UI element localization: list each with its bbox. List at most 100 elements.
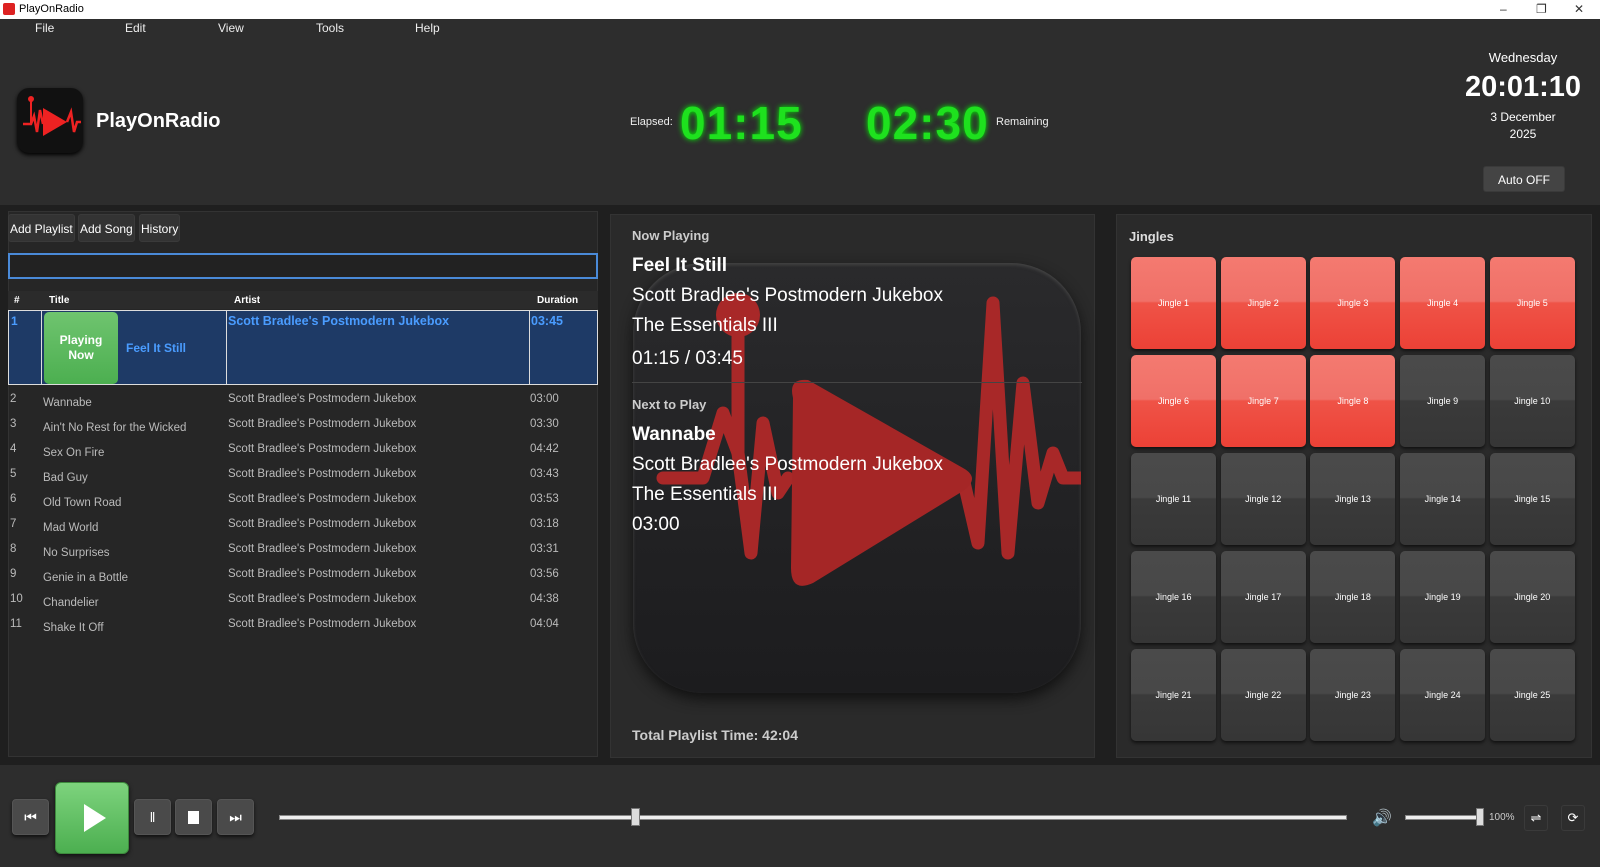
jingle-button[interactable]: Jingle 1 [1131, 257, 1216, 349]
row-duration: 03:00 [530, 393, 559, 405]
col-title[interactable]: Title [49, 295, 69, 306]
jingle-button[interactable]: Jingle 6 [1131, 355, 1216, 447]
row-artist: Scott Bradlee's Postmodern Jukebox [228, 468, 417, 480]
row-duration: 03:53 [530, 493, 559, 505]
jingle-button[interactable]: Jingle 16 [1131, 551, 1216, 643]
jingle-button[interactable]: Jingle 7 [1220, 355, 1306, 447]
row-duration: 03:31 [530, 543, 559, 555]
next-heading: Next to Play [632, 397, 707, 412]
row-duration: 04:42 [530, 443, 559, 455]
jingle-button[interactable]: Jingle 18 [1310, 551, 1396, 643]
jingle-button[interactable]: Jingle 19 [1400, 551, 1486, 643]
table-row[interactable]: 5 Bad Guy Scott Bradlee's Postmodern Juk… [8, 468, 598, 493]
row-duration: 03:45 [531, 314, 563, 328]
table-row[interactable]: 7 Mad World Scott Bradlee's Postmodern J… [8, 518, 598, 543]
now-playing-title: Feel It Still [632, 255, 728, 276]
table-row[interactable]: 6 Old Town Road Scott Bradlee's Postmode… [8, 493, 598, 518]
next-artist: Scott Bradlee's Postmodern Jukebox [632, 454, 943, 475]
table-row-current[interactable]: 1 Playing Now Feel It Still Scott Bradlee… [8, 310, 598, 385]
repeat-button[interactable]: ⟳ [1561, 805, 1585, 831]
volume-slider[interactable] [1405, 815, 1480, 820]
row-artist: Scott Bradlee's Postmodern Jukebox [228, 493, 417, 505]
add-playlist-button[interactable]: Add Playlist [8, 214, 75, 242]
col-number[interactable]: # [14, 295, 20, 306]
jingle-button[interactable]: Jingle 8 [1310, 355, 1396, 447]
stop-button[interactable] [175, 799, 212, 835]
row-title: Mad World [43, 522, 99, 534]
total-playlist-time: Total Playlist Time: 42:04 [632, 727, 798, 743]
jingle-button[interactable]: Jingle 25 [1489, 649, 1575, 741]
row-title: Shake It Off [43, 622, 104, 634]
jingle-button[interactable]: Jingle 17 [1220, 551, 1306, 643]
add-song-button[interactable]: Add Song [78, 214, 135, 242]
search-input[interactable] [8, 253, 598, 279]
jingle-button[interactable]: Jingle 13 [1310, 453, 1396, 545]
restore-icon[interactable]: ❐ [1536, 2, 1547, 16]
shuffle-button[interactable]: ⇌ [1524, 805, 1548, 831]
play-button[interactable] [55, 782, 129, 854]
pause-button[interactable]: ‖ [134, 799, 171, 835]
row-title: Old Town Road [43, 497, 122, 509]
now-playing-artist: Scott Bradlee's Postmodern Jukebox [632, 285, 943, 306]
close-icon[interactable]: ✕ [1574, 2, 1584, 16]
row-artist: Scott Bradlee's Postmodern Jukebox [228, 518, 417, 530]
row-artist: Scott Bradlee's Postmodern Jukebox [228, 618, 417, 630]
jingle-button[interactable]: Jingle 22 [1220, 649, 1306, 741]
jingle-button[interactable]: Jingle 9 [1400, 355, 1486, 447]
previous-button[interactable]: ⏮ [12, 799, 49, 835]
row-title: Ain't No Rest for the Wicked [43, 422, 187, 434]
jingle-button[interactable]: Jingle 15 [1489, 453, 1575, 545]
jingle-button[interactable]: Jingle 11 [1131, 453, 1216, 545]
jingle-button[interactable]: Jingle 20 [1489, 551, 1575, 643]
app-logo [17, 88, 83, 153]
auto-toggle-button[interactable]: Auto OFF [1483, 166, 1565, 192]
table-row[interactable]: 10 Chandelier Scott Bradlee's Postmodern… [8, 593, 598, 618]
col-artist[interactable]: Artist [234, 295, 260, 306]
pause-icon: ‖ [149, 809, 156, 825]
menu-file[interactable]: File [35, 21, 54, 35]
jingle-button[interactable]: Jingle 21 [1131, 649, 1216, 741]
jingle-button[interactable]: Jingle 23 [1310, 649, 1396, 741]
row-title: Wannabe [43, 397, 92, 409]
table-row[interactable]: 9 Genie in a Bottle Scott Bradlee's Post… [8, 568, 598, 593]
jingle-button[interactable]: Jingle 14 [1400, 453, 1486, 545]
table-row[interactable]: 3 Ain't No Rest for the Wicked Scott Bra… [8, 418, 598, 443]
table-row[interactable]: 2 Wannabe Scott Bradlee's Postmodern Juk… [8, 393, 598, 418]
row-number: 9 [10, 568, 17, 580]
menu-tools[interactable]: Tools [316, 21, 344, 35]
seek-slider[interactable] [279, 815, 1347, 820]
row-title: Genie in a Bottle [43, 572, 129, 584]
jingles-heading: Jingles [1129, 229, 1174, 244]
menu-help[interactable]: Help [415, 21, 440, 35]
menu-edit[interactable]: Edit [125, 21, 146, 35]
minimize-icon[interactable]: – [1500, 2, 1507, 16]
table-row[interactable]: 11 Shake It Off Scott Bradlee's Postmode… [8, 618, 598, 643]
jingle-button[interactable]: Jingle 4 [1400, 257, 1486, 349]
row-number: 7 [10, 518, 17, 530]
jingle-button[interactable]: Jingle 5 [1489, 257, 1575, 349]
jingle-button[interactable]: Jingle 2 [1220, 257, 1306, 349]
table-row[interactable]: 8 No Surprises Scott Bradlee's Postmoder… [8, 543, 598, 568]
row-duration: 03:18 [530, 518, 559, 530]
next-album: The Essentials III [632, 484, 778, 505]
row-number: 5 [10, 468, 17, 480]
jingle-button[interactable]: Jingle 12 [1220, 453, 1306, 545]
volume-icon[interactable]: 🔊 [1372, 808, 1392, 828]
row-number: 4 [10, 443, 17, 455]
next-icon: ⏭ [229, 808, 242, 825]
menu-view[interactable]: View [218, 21, 244, 35]
badge-line2: Now [68, 348, 94, 362]
history-button[interactable]: History [139, 214, 181, 242]
next-title: Wannabe [632, 424, 716, 445]
year-label: 2025 [1509, 127, 1537, 141]
volume-thumb[interactable] [1476, 808, 1484, 826]
divider [632, 382, 1082, 383]
table-row[interactable]: 4 Sex On Fire Scott Bradlee's Postmodern… [8, 443, 598, 468]
col-duration[interactable]: Duration [537, 295, 578, 306]
seek-thumb[interactable] [630, 808, 640, 826]
row-duration: 03:56 [530, 568, 559, 580]
next-button[interactable]: ⏭ [217, 799, 254, 835]
jingle-button[interactable]: Jingle 3 [1310, 257, 1396, 349]
jingle-button[interactable]: Jingle 10 [1489, 355, 1575, 447]
jingle-button[interactable]: Jingle 24 [1400, 649, 1486, 741]
